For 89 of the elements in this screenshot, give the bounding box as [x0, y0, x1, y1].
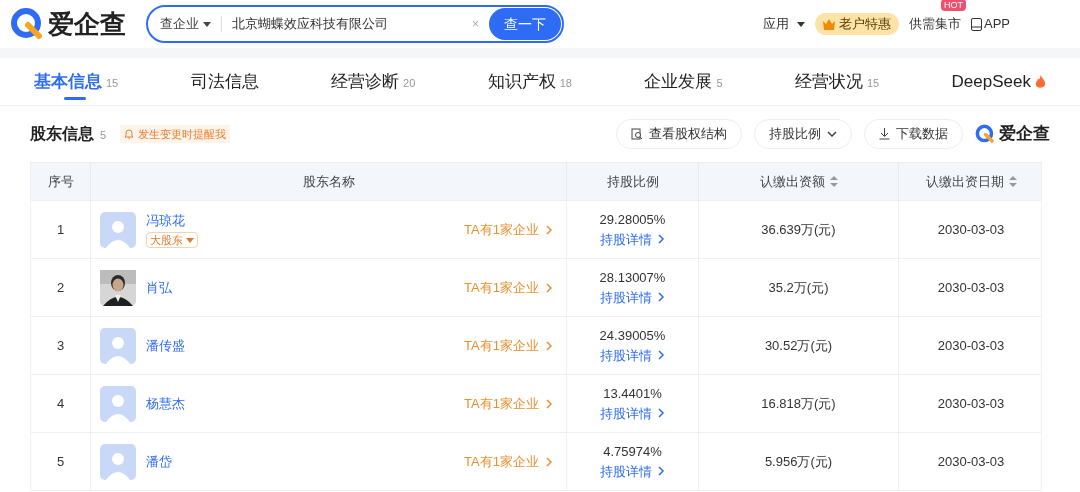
logo-icon — [10, 7, 44, 41]
promo-button[interactable]: 老户特惠 — [815, 13, 899, 35]
tab[interactable]: 基本信息 15 — [34, 57, 119, 106]
bell-icon — [124, 129, 135, 139]
tab[interactable]: 企业发展 5 — [644, 57, 723, 106]
avatar-icon — [100, 443, 136, 480]
search-button[interactable]: 查一下 — [489, 8, 561, 40]
phone-icon — [971, 17, 982, 31]
detail-link[interactable]: 持股详情 — [600, 345, 665, 365]
amount-text: 5.956万(元) — [764, 452, 833, 471]
ratio-text: 4.75974% — [603, 443, 662, 461]
app-link[interactable]: APP — [971, 14, 1010, 34]
hot-badge: HOT — [941, 0, 966, 12]
ratio-text: 28.13007% — [599, 269, 666, 287]
crown-icon — [823, 18, 835, 30]
shareholder-name[interactable]: 潘岱 — [146, 451, 172, 472]
sort-icon — [1008, 176, 1017, 187]
detail-link[interactable]: 持股详情 — [600, 287, 665, 307]
apps-menu[interactable]: 应用 — [763, 14, 805, 34]
column-header[interactable]: 认缴出资日期 — [899, 163, 1043, 200]
logo-text: 爱企查 — [48, 7, 126, 41]
shareholder-name[interactable]: 潘传盛 — [146, 335, 185, 356]
shareholder-name[interactable]: 冯琼花 — [146, 210, 185, 231]
row-number: 5 — [56, 452, 65, 471]
caret-icon — [186, 237, 194, 243]
date-text: 2030-03-03 — [937, 278, 1005, 297]
market-link[interactable]: 供需集市 — [909, 14, 961, 34]
chevron-icon — [545, 223, 553, 236]
chevron-icon — [657, 407, 665, 420]
alert-link[interactable]: 发生变更时提醒我 — [120, 125, 231, 143]
date-text: 2030-03-03 — [937, 336, 1005, 355]
column-header[interactable]: 认缴出资额 — [699, 163, 899, 200]
chevron-icon — [545, 397, 553, 410]
tab[interactable]: 司法信息 — [190, 57, 259, 106]
search-bar[interactable]: 查企业 北京蝴蝶效应科技有限公司 × 查一下 — [146, 5, 564, 43]
chevron-icon — [657, 349, 665, 362]
search-field[interactable]: 北京蝴蝶效应科技有限公司 — [232, 14, 472, 34]
column-header: 序号 — [31, 163, 91, 200]
tab[interactable]: 知识产权 18 — [487, 57, 572, 106]
chevron-icon — [657, 291, 665, 304]
section-title: 股东信息 — [30, 124, 94, 144]
company-link[interactable]: TA有1家企业 — [464, 335, 553, 356]
chevron-down-icon — [827, 131, 837, 137]
company-link[interactable]: TA有1家企业 — [464, 451, 553, 472]
chevron-icon — [545, 455, 553, 468]
amount-text: 30.52万(元) — [764, 336, 833, 355]
date-text: 2030-03-03 — [937, 220, 1005, 239]
date-text: 2030-03-03 — [937, 394, 1005, 413]
shareholder-name[interactable]: 杨慧杰 — [146, 393, 185, 414]
avatar-icon — [100, 211, 136, 248]
scope-dropdown[interactable]: 查企业 — [160, 14, 211, 34]
ratio-text: 29.28005% — [599, 211, 666, 229]
sort-icon — [829, 176, 838, 187]
amount-text: 16.818万(元) — [761, 394, 836, 413]
shareholder-name[interactable]: 肖弘 — [146, 277, 172, 298]
caret-icon — [797, 21, 805, 27]
chevron-icon — [545, 281, 553, 294]
company-link[interactable]: TA有1家企业 — [464, 219, 553, 240]
chevron-icon — [657, 465, 665, 478]
tab[interactable]: DeepSeek — [951, 57, 1046, 106]
section-count: 5 — [100, 128, 107, 144]
logo-text: 爱企查 — [999, 123, 1050, 146]
avatar-icon — [100, 385, 136, 422]
ratio-text: 24.39005% — [599, 327, 666, 345]
row-number: 3 — [56, 336, 65, 355]
row-number: 2 — [56, 278, 65, 297]
download-icon — [879, 128, 890, 140]
magnifier-document-icon — [631, 128, 643, 140]
amount-text: 35.2万(元) — [768, 278, 829, 297]
detail-link[interactable]: 持股详情 — [600, 461, 665, 481]
chevron-icon — [657, 233, 665, 246]
company-link[interactable]: TA有1家企业 — [464, 277, 553, 298]
caret-icon — [203, 21, 211, 27]
company-link[interactable]: TA有1家企业 — [464, 393, 553, 414]
row-number: 1 — [56, 220, 65, 239]
column-header: 持股比例 — [567, 163, 699, 200]
column-header: 股东名称 — [91, 163, 567, 200]
date-text: 2030-03-03 — [937, 452, 1005, 471]
row-number: 4 — [56, 394, 65, 413]
badge-tag[interactable]: 大股东 — [146, 232, 198, 249]
logo-icon — [975, 124, 995, 144]
amount-text: 36.639万(元) — [761, 220, 836, 239]
avatar-icon — [100, 327, 136, 364]
tab[interactable]: 经营状况 15 — [794, 57, 880, 106]
tab[interactable]: 经营诊断 20 — [331, 57, 416, 106]
detail-link[interactable]: 持股详情 — [600, 229, 665, 249]
chevron-icon — [545, 339, 553, 352]
ratio-text: 13.4401% — [603, 385, 662, 403]
detail-link[interactable]: 持股详情 — [600, 403, 665, 423]
